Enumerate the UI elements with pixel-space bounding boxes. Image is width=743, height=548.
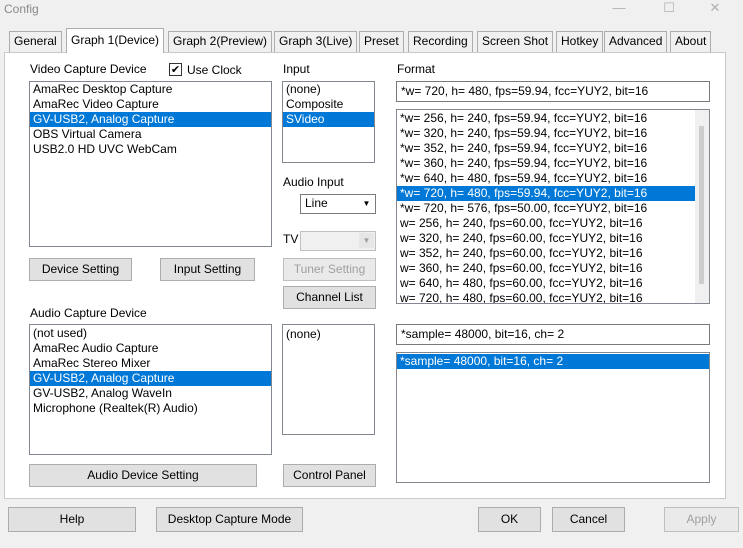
format-item[interactable]: w= 720, h= 480, fps=60.00, fcc=YUY2, bit… bbox=[397, 291, 709, 303]
audio-input-select[interactable]: Line ▼ bbox=[300, 194, 376, 214]
close-icon[interactable]: ✕ bbox=[692, 0, 738, 18]
video-device-item[interactable]: GV-USB2, Analog Capture bbox=[30, 112, 271, 127]
audio-input-label: Audio Input bbox=[283, 175, 344, 189]
audio-capture-label: Audio Capture Device bbox=[30, 306, 147, 320]
tab-general[interactable]: General bbox=[9, 31, 62, 52]
tab-hotkey[interactable]: Hotkey bbox=[556, 31, 604, 52]
audio-format-item[interactable]: *sample= 48000, bit=16, ch= 2 bbox=[397, 354, 709, 369]
tab-preset[interactable]: Preset bbox=[359, 31, 404, 52]
video-device-item[interactable]: USB2.0 HD UVC WebCam bbox=[30, 142, 271, 157]
format-item[interactable]: w= 256, h= 240, fps=60.00, fcc=YUY2, bit… bbox=[397, 216, 709, 231]
format-list-scrollbar[interactable] bbox=[695, 110, 709, 303]
format-item[interactable]: w= 320, h= 240, fps=60.00, fcc=YUY2, bit… bbox=[397, 231, 709, 246]
format-label: Format bbox=[397, 62, 436, 76]
tv-label: TV bbox=[283, 232, 299, 246]
format-item[interactable]: *w= 360, h= 240, fps=59.94, fcc=YUY2, bi… bbox=[397, 156, 709, 171]
input-list[interactable]: (none) Composite SVideo bbox=[282, 81, 375, 163]
video-capture-label: Video Capture Device bbox=[30, 62, 147, 76]
tab-graph2-preview[interactable]: Graph 2(Preview) bbox=[168, 31, 273, 52]
audio-device-item[interactable]: AmaRec Audio Capture bbox=[30, 341, 271, 356]
input-setting-button[interactable]: Input Setting bbox=[160, 258, 255, 281]
format-item[interactable]: *w= 640, h= 480, fps=59.94, fcc=YUY2, bi… bbox=[397, 171, 709, 186]
audio-format-current-field[interactable]: *sample= 48000, bit=16, ch= 2 bbox=[396, 324, 710, 345]
format-item[interactable]: *w= 320, h= 240, fps=59.94, fcc=YUY2, bi… bbox=[397, 126, 709, 141]
audio-device-item[interactable]: GV-USB2, Analog WaveIn bbox=[30, 386, 271, 401]
tab-graph3-live[interactable]: Graph 3(Live) bbox=[274, 31, 358, 52]
use-clock-label: Use Clock bbox=[187, 63, 242, 77]
format-item[interactable]: w= 360, h= 240, fps=60.00, fcc=YUY2, bit… bbox=[397, 261, 709, 276]
format-scroll-thumb[interactable] bbox=[699, 126, 704, 284]
format-current-field[interactable]: *w= 720, h= 480, fps=59.94, fcc=YUY2, bi… bbox=[396, 81, 710, 102]
audio-device-item[interactable]: AmaRec Stereo Mixer bbox=[30, 356, 271, 371]
input-label: Input bbox=[283, 62, 310, 76]
apply-button[interactable]: Apply bbox=[664, 507, 739, 532]
device-setting-button[interactable]: Device Setting bbox=[29, 258, 132, 281]
audio-device-item[interactable]: Microphone (Realtek(R) Audio) bbox=[30, 401, 271, 416]
video-device-item[interactable]: AmaRec Desktop Capture bbox=[30, 82, 271, 97]
ok-button[interactable]: OK bbox=[478, 507, 541, 532]
tab-about[interactable]: About bbox=[670, 31, 712, 52]
audio-input-value: Line bbox=[305, 196, 328, 210]
format-list[interactable]: *w= 256, h= 240, fps=59.94, fcc=YUY2, bi… bbox=[396, 109, 710, 304]
channel-list-button[interactable]: Channel List bbox=[283, 286, 376, 309]
desktop-capture-mode-button[interactable]: Desktop Capture Mode bbox=[156, 507, 303, 532]
tab-graph1-device[interactable]: Graph 1(Device) bbox=[66, 28, 165, 53]
maximize-icon[interactable]: ☐ bbox=[646, 0, 692, 18]
audio-device-setting-button[interactable]: Audio Device Setting bbox=[29, 464, 257, 487]
input-item[interactable]: (none) bbox=[283, 82, 374, 97]
audio-device-list[interactable]: (not used) AmaRec Audio Capture AmaRec Ste… bbox=[29, 324, 272, 455]
audio-format-list[interactable]: *sample= 48000, bit=16, ch= 2 bbox=[396, 352, 710, 483]
chevron-down-icon: ▼ bbox=[362, 199, 371, 208]
video-device-list[interactable]: AmaRec Desktop Capture AmaRec Video Captu… bbox=[29, 81, 272, 247]
audio-device-item[interactable]: (not used) bbox=[30, 326, 271, 341]
format-item[interactable]: *w= 720, h= 480, fps=59.94, fcc=YUY2, bi… bbox=[397, 186, 709, 201]
audio-input-list[interactable]: (none) bbox=[282, 324, 375, 435]
tuner-setting-button[interactable]: Tuner Setting bbox=[283, 258, 376, 281]
video-device-item[interactable]: AmaRec Video Capture bbox=[30, 97, 271, 112]
tv-select[interactable]: ▼ bbox=[300, 231, 376, 251]
input-item[interactable]: Composite bbox=[283, 97, 374, 112]
audio-input-item[interactable]: (none) bbox=[283, 327, 374, 342]
format-item[interactable]: w= 352, h= 240, fps=60.00, fcc=YUY2, bit… bbox=[397, 246, 709, 261]
control-panel-button[interactable]: Control Panel bbox=[283, 464, 376, 487]
chevron-down-icon: ▼ bbox=[359, 233, 374, 248]
format-item[interactable]: *w= 352, h= 240, fps=59.94, fcc=YUY2, bi… bbox=[397, 141, 709, 156]
cancel-button[interactable]: Cancel bbox=[552, 507, 625, 532]
format-item[interactable]: *w= 256, h= 240, fps=59.94, fcc=YUY2, bi… bbox=[397, 111, 709, 126]
use-clock-checkbox[interactable]: ✔ bbox=[169, 63, 182, 76]
window-title: Config bbox=[4, 2, 39, 16]
video-device-item[interactable]: OBS Virtual Camera bbox=[30, 127, 271, 142]
minimize-icon[interactable]: — bbox=[596, 0, 642, 18]
format-item[interactable]: w= 640, h= 480, fps=60.00, fcc=YUY2, bit… bbox=[397, 276, 709, 291]
tab-screen-shot[interactable]: Screen Shot bbox=[477, 31, 554, 52]
format-item[interactable]: *w= 720, h= 576, fps=50.00, fcc=YUY2, bi… bbox=[397, 201, 709, 216]
tab-advanced[interactable]: Advanced bbox=[604, 31, 668, 52]
input-item[interactable]: SVideo bbox=[283, 112, 374, 127]
help-button[interactable]: Help bbox=[8, 507, 136, 532]
audio-device-item[interactable]: GV-USB2, Analog Capture bbox=[30, 371, 271, 386]
tab-recording[interactable]: Recording bbox=[408, 31, 473, 52]
